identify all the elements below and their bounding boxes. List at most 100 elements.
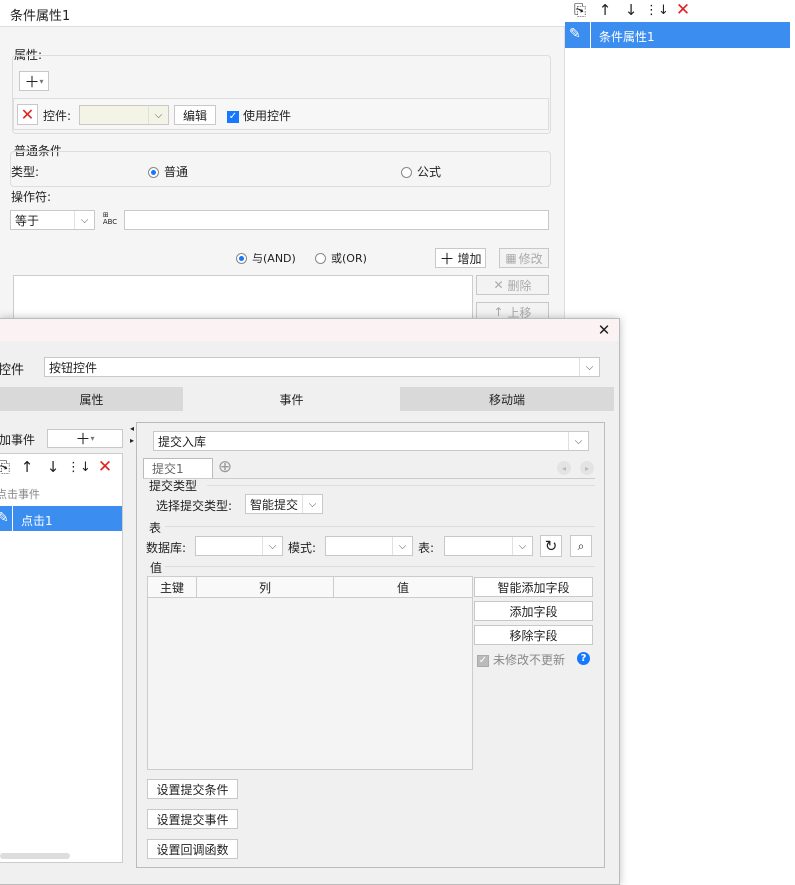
delete-icon[interactable]: ✕	[674, 0, 692, 20]
table-label: 表:	[418, 541, 435, 555]
splitter-left-arrow-icon[interactable]: ◂	[128, 423, 136, 433]
arrow-down-icon[interactable]: ↓	[45, 458, 61, 476]
section-divider	[165, 566, 595, 567]
tab-properties[interactable]: 属性	[0, 387, 183, 411]
action-select[interactable]: 提交入库 ⌵	[153, 431, 589, 451]
splitter-right-arrow-icon[interactable]: ▸	[128, 435, 136, 445]
tab-scroll-right-icon[interactable]: ▸	[580, 461, 594, 475]
refresh-button[interactable]: ↻	[540, 535, 562, 557]
chevron-down-icon: ⌵	[262, 537, 282, 555]
event-dialog: ✕ 控件 按钮控件 ⌵ 属性 事件 移动端 加事件 ＋ ▾ ⎘ ↑ ↓ ⋮↓ ✕ 点…	[0, 318, 620, 885]
preview-table-button[interactable]: ⌕	[570, 535, 592, 557]
col-column[interactable]: 列	[197, 577, 334, 598]
modify-cond-button[interactable]: ▦ 修改	[499, 248, 549, 268]
copy-icon[interactable]: ⎘	[0, 458, 12, 476]
set-callback-button[interactable]: 设置回调函数	[147, 839, 238, 859]
delete-icon[interactable]: ✕	[96, 457, 114, 477]
schema-label: 模式:	[288, 541, 317, 555]
or-label: 或(OR)	[331, 252, 367, 265]
table-select[interactable]: ⌵	[444, 536, 533, 556]
db-select[interactable]: ⌵	[195, 536, 283, 556]
or-radio[interactable]: 或(OR)	[315, 250, 367, 266]
chevron-down-icon: ⌵	[512, 537, 532, 555]
chevron-down-icon: ⌵	[579, 358, 599, 376]
set-submit-condition-button[interactable]: 设置提交条件	[147, 779, 238, 799]
arrow-up-icon[interactable]: ↑	[19, 458, 35, 476]
event-list-scrollbar[interactable]	[0, 853, 70, 859]
close-icon: ✕	[493, 278, 504, 292]
chevron-down-icon: ⌵	[74, 211, 94, 229]
tab-mobile[interactable]: 移动端	[400, 387, 614, 411]
abc-formula-icon[interactable]: ⊞ ABC	[99, 208, 121, 230]
ctrl-select[interactable]: ⌵	[79, 105, 169, 125]
remove-field-button[interactable]: 移除字段	[474, 625, 593, 645]
tab-scroll-left-icon[interactable]: ◂	[557, 461, 571, 475]
col-value-label: 值	[396, 581, 409, 595]
copy-icon[interactable]: ⎘	[571, 1, 589, 19]
set-submit-event-button[interactable]: 设置提交事件	[147, 809, 238, 829]
plus-icon: ＋	[439, 249, 455, 268]
event-item-label: 点击1	[21, 514, 53, 528]
close-icon[interactable]: ✕	[595, 321, 613, 339]
operator-value: 等于	[15, 213, 40, 228]
type-normal-label: 普通	[164, 165, 189, 179]
preview-icon: ⌕	[577, 538, 585, 553]
col-primary-key[interactable]: 主键	[148, 577, 197, 598]
tab-events-label: 事件	[279, 392, 304, 407]
use-ctrl-checkbox[interactable]: ✓ 使用控件	[227, 107, 291, 124]
schema-select[interactable]: ⌵	[325, 536, 413, 556]
dialog-title-bar	[0, 319, 619, 341]
move-bottom-icon[interactable]: ⋮↓	[645, 1, 669, 19]
type-normal-radio[interactable]: 普通	[148, 163, 188, 180]
submit-tab[interactable]: 提交1	[143, 458, 213, 478]
type-formula-label: 公式	[417, 165, 442, 179]
value-section: 值	[150, 561, 163, 575]
submit-type-section: 提交类型	[149, 479, 198, 493]
selected-cond-item[interactable]: ✎ 条件属性1	[565, 22, 790, 48]
smart-add-field-button[interactable]: 智能添加字段	[474, 577, 593, 597]
type-formula-radio[interactable]: 公式	[401, 163, 441, 180]
arrow-up-icon: ↑	[493, 305, 504, 319]
operator-value-input[interactable]	[124, 210, 549, 230]
arrow-up-icon[interactable]: ↑	[596, 1, 614, 19]
delete-cond-button[interactable]: ✕ 删除	[476, 275, 549, 295]
attr-add-button[interactable]: ＋ ▾	[19, 71, 49, 91]
db-label: 数据库:	[146, 541, 187, 555]
ctrl-type-value: 按钮控件	[49, 360, 98, 375]
refresh-icon: ↻	[544, 537, 558, 555]
type-label: 类型:	[11, 165, 40, 179]
help-icon[interactable]: ?	[577, 652, 590, 665]
event-item-selected[interactable]: ✎ 点击1	[0, 506, 122, 531]
table-section: 表	[149, 521, 162, 535]
delete-ctrl-icon[interactable]: ✕	[17, 104, 38, 125]
submit-tab-label: 提交1	[152, 462, 184, 476]
ctrl-label: 控件:	[43, 109, 72, 123]
check-icon: ✓	[227, 110, 239, 123]
add-cond-label: 增加	[457, 251, 482, 266]
add-cond-button[interactable]: ＋增加	[435, 248, 486, 268]
field-table[interactable]: 主键 列 值	[147, 576, 473, 770]
chevron-down-icon: ⌵	[392, 537, 412, 555]
tab-events[interactable]: 事件	[183, 387, 400, 411]
pencil-icon: ✎	[569, 26, 581, 42]
edit-button[interactable]: 编辑	[174, 105, 216, 125]
no-update-checkbox[interactable]: ✓ 未修改不更新	[477, 651, 565, 668]
radio-off-icon	[401, 167, 412, 178]
arrow-down-icon[interactable]: ↓	[622, 1, 640, 19]
and-radio[interactable]: 与(AND)	[236, 250, 296, 266]
and-label: 与(AND)	[252, 252, 296, 265]
add-event-button[interactable]: ＋ ▾	[47, 429, 123, 448]
add-tab-icon[interactable]: ⊕	[216, 457, 234, 477]
delete-cond-label: 删除	[507, 278, 532, 293]
check-icon: ✓	[477, 654, 489, 667]
operator-select[interactable]: 等于 ⌵	[10, 210, 95, 230]
col-column-label: 列	[258, 581, 271, 595]
chevron-down-icon: ⌵	[148, 106, 168, 124]
ctrl-type-select[interactable]: 按钮控件 ⌵	[44, 357, 600, 377]
choose-type-label: 选择提交类型:	[156, 499, 233, 513]
move-bottom-icon[interactable]: ⋮↓	[67, 458, 91, 476]
col-value[interactable]: 值	[334, 577, 472, 598]
section-divider	[165, 526, 595, 527]
submit-type-select[interactable]: 智能提交 ⌵	[245, 494, 323, 514]
add-field-button[interactable]: 添加字段	[474, 601, 593, 621]
